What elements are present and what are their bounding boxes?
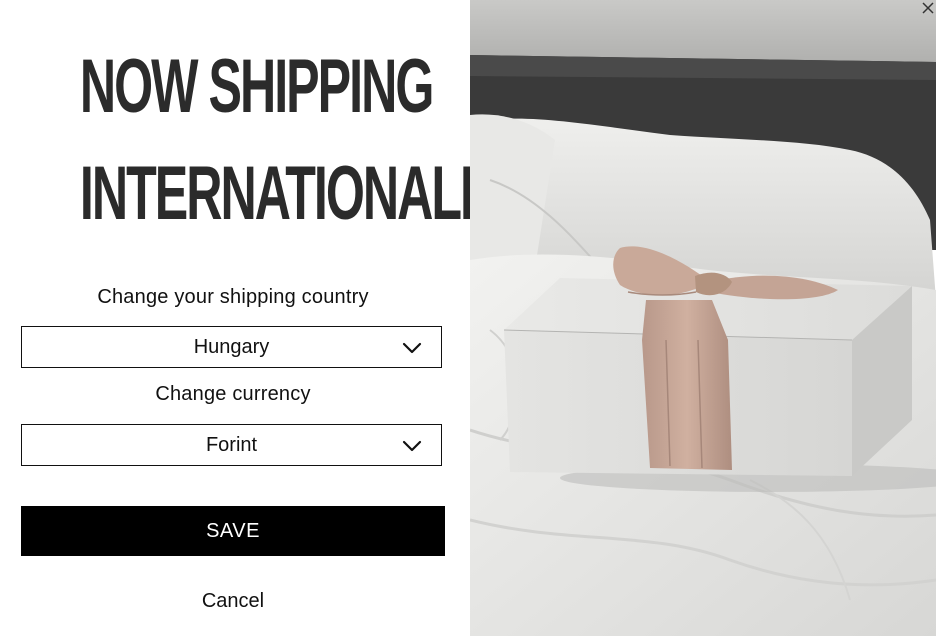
shipping-country-label: Change your shipping country [97,286,369,308]
close-icon[interactable] [920,0,936,16]
modal-image-panel [470,0,936,636]
headline-line-2: INTERNATIONALLY! [79,151,532,236]
headline-line-1: NOW SHIPPING [79,44,434,129]
currency-label: Change currency [155,383,311,405]
chevron-down-icon [402,342,422,354]
cancel-link[interactable]: Cancel [0,590,466,613]
shipping-modal: NOW SHIPPING INTERNATIONALLY! Change you… [0,0,936,636]
currency-select[interactable]: Forint [21,424,442,466]
shipping-country-select[interactable]: Hungary [21,326,442,368]
chevron-down-icon [402,440,422,452]
modal-form-panel: NOW SHIPPING INTERNATIONALLY! Change you… [0,0,532,636]
save-button[interactable]: SAVE [21,506,445,556]
shipping-country-value: Hungary [193,336,270,358]
currency-value: Forint [205,434,258,456]
gift-box-on-bed-image [470,0,936,636]
